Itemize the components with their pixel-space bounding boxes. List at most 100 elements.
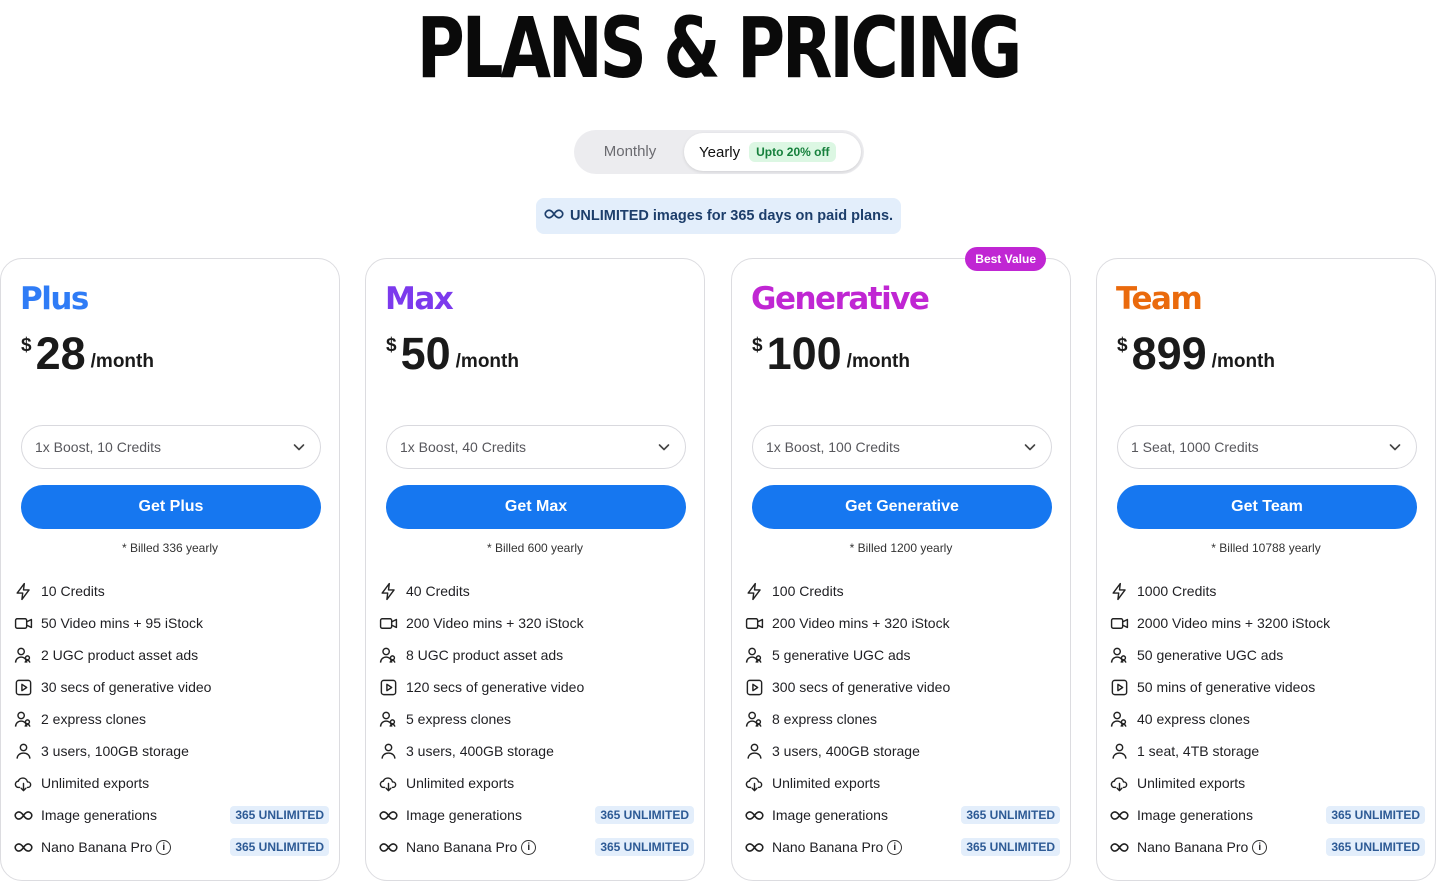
feature-label: 8 express clones — [772, 711, 878, 727]
feature-item: 8 express clones — [744, 703, 1060, 735]
get-plan-button[interactable]: Get Generative — [752, 485, 1052, 529]
plan-option-select[interactable]: 1x Boost, 100 Credits — [752, 425, 1052, 469]
plan-option-select[interactable]: 1x Boost, 10 Credits — [21, 425, 321, 469]
play-square-icon — [744, 677, 764, 697]
plan-name: Team — [1116, 281, 1203, 317]
feature-item: Image generations 365 UNLIMITED — [744, 799, 1060, 831]
plan-price: $ 28 /month — [21, 329, 154, 379]
feature-label: 50 generative UGC ads — [1137, 647, 1284, 663]
video-camera-icon — [378, 613, 398, 633]
feature-item: 2000 Video mins + 3200 iStock — [1109, 607, 1425, 639]
get-plan-button[interactable]: Get Max — [386, 485, 686, 529]
bolt-icon — [13, 581, 33, 601]
get-plan-button[interactable]: Get Team — [1117, 485, 1417, 529]
feature-item: 40 express clones — [1109, 703, 1425, 735]
feature-label: Image generations — [772, 807, 888, 823]
feature-item: 5 generative UGC ads — [744, 639, 1060, 671]
feature-item: 3 users, 100GB storage — [13, 735, 329, 767]
plan-price: $ 899 /month — [1117, 329, 1275, 379]
feature-label: 2 express clones — [41, 711, 147, 727]
chevron-down-icon — [292, 440, 306, 454]
plan-name: Plus — [20, 281, 89, 317]
plan-price: $ 100 /month — [752, 329, 910, 379]
plan-option-value: 1 Seat, 1000 Credits — [1131, 439, 1259, 455]
feature-item: Nano Banana Pro i 365 UNLIMITED — [378, 831, 694, 863]
plan-option-value: 1x Boost, 100 Credits — [766, 439, 900, 455]
users-icon — [13, 709, 33, 729]
infinity-icon — [378, 805, 398, 825]
billing-option-yearly[interactable]: Yearly Upto 20% off — [684, 133, 861, 171]
billing-option-monthly[interactable]: Monthly — [577, 133, 683, 171]
best-value-badge: Best Value — [965, 247, 1046, 271]
feature-label: 50 mins of generative videos — [1137, 679, 1316, 695]
get-plan-button[interactable]: Get Plus — [21, 485, 321, 529]
feature-label: 100 Credits — [772, 583, 844, 599]
feature-item: 50 Video mins + 95 iStock — [13, 607, 329, 639]
price-period: /month — [846, 351, 910, 372]
feature-item: Image generations 365 UNLIMITED — [378, 799, 694, 831]
chevron-down-icon — [1023, 440, 1037, 454]
feature-label: 3 users, 100GB storage — [41, 743, 189, 759]
unlimited-tag: 365 UNLIMITED — [1326, 838, 1425, 856]
feature-item: Nano Banana Pro i 365 UNLIMITED — [13, 831, 329, 863]
feature-item: Unlimited exports — [744, 767, 1060, 799]
currency-symbol: $ — [21, 335, 32, 356]
feature-item: 1 seat, 4TB storage — [1109, 735, 1425, 767]
infinity-icon — [13, 805, 33, 825]
feature-item: 3 users, 400GB storage — [378, 735, 694, 767]
feature-item: 3 users, 400GB storage — [744, 735, 1060, 767]
user-icon — [13, 741, 33, 761]
users-icon — [1109, 645, 1129, 665]
plan-price: $ 50 /month — [386, 329, 519, 379]
feature-label: Image generations — [406, 807, 522, 823]
price-period: /month — [90, 351, 154, 372]
unlimited-tag: 365 UNLIMITED — [230, 806, 329, 824]
feature-label: 120 secs of generative video — [406, 679, 585, 695]
feature-label: Unlimited exports — [406, 775, 515, 791]
feature-item: 2 express clones — [13, 703, 329, 735]
plan-card-plus: Plus $ 28 /month 1x Boost, 10 Credits Ge… — [0, 258, 340, 881]
info-icon[interactable]: i — [521, 839, 537, 855]
plan-option-select[interactable]: 1 Seat, 1000 Credits — [1117, 425, 1417, 469]
video-camera-icon — [744, 613, 764, 633]
feature-label: 200 Video mins + 320 iStock — [772, 615, 950, 631]
feature-label: 5 generative UGC ads — [772, 647, 911, 663]
feature-label: 8 UGC product asset ads — [406, 647, 564, 663]
feature-label: Image generations — [1137, 807, 1253, 823]
feature-item: 2 UGC product asset ads — [13, 639, 329, 671]
billing-toggle[interactable]: Monthly Yearly Upto 20% off — [574, 130, 864, 174]
info-icon[interactable]: i — [887, 839, 903, 855]
feature-label: 3 users, 400GB storage — [772, 743, 920, 759]
feature-item: 40 Credits — [378, 575, 694, 607]
feature-item: 200 Video mins + 320 iStock — [744, 607, 1060, 639]
info-icon[interactable]: i — [156, 839, 172, 855]
infinity-icon — [744, 837, 764, 857]
video-camera-icon — [1109, 613, 1129, 633]
billing-option-yearly-label: Yearly — [699, 143, 741, 161]
feature-label: Unlimited exports — [1137, 775, 1246, 791]
feature-label: Nano Banana Pro — [1137, 839, 1249, 855]
info-icon[interactable]: i — [1252, 839, 1268, 855]
chevron-down-icon — [1388, 440, 1402, 454]
feature-item: Image generations 365 UNLIMITED — [13, 799, 329, 831]
billed-note: * Billed 10788 yearly — [1211, 541, 1321, 555]
feature-item: 8 UGC product asset ads — [378, 639, 694, 671]
feature-item: 120 secs of generative video — [378, 671, 694, 703]
feature-item: Nano Banana Pro i 365 UNLIMITED — [744, 831, 1060, 863]
feature-label: 300 secs of generative video — [772, 679, 951, 695]
plan-option-select[interactable]: 1x Boost, 40 Credits — [386, 425, 686, 469]
page-title: PLANS & PRICING — [416, 0, 1023, 97]
price-amount: 28 — [35, 328, 86, 379]
feature-label: 10 Credits — [41, 583, 105, 599]
billed-note: * Billed 1200 yearly — [849, 541, 953, 555]
unlimited-banner: UNLIMITED images for 365 days on paid pl… — [536, 198, 901, 234]
user-icon — [1109, 741, 1129, 761]
price-amount: 50 — [400, 328, 451, 379]
play-square-icon — [1109, 677, 1129, 697]
feature-label: 1000 Credits — [1137, 583, 1217, 599]
feature-label: Unlimited exports — [41, 775, 150, 791]
feature-label: 50 Video mins + 95 iStock — [41, 615, 204, 631]
plan-card-team: Team $ 899 /month 1 Seat, 1000 Credits G… — [1096, 258, 1436, 881]
feature-item: 1000 Credits — [1109, 575, 1425, 607]
plan-card-max: Max $ 50 /month 1x Boost, 40 Credits Get… — [365, 258, 705, 881]
